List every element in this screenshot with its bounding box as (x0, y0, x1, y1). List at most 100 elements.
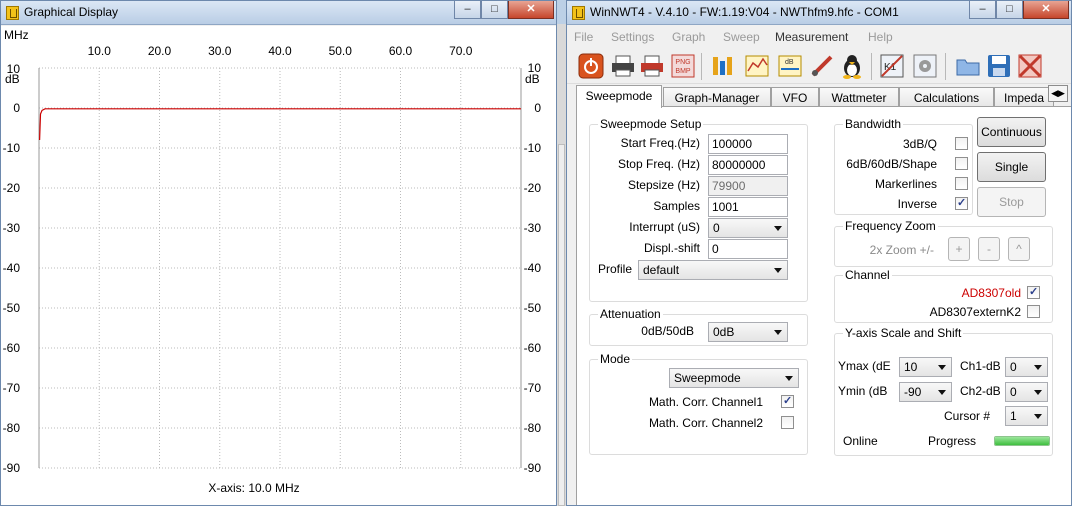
x-tick-label: 10.0 (88, 44, 112, 58)
tab-impedance[interactable]: Impeda (994, 87, 1054, 107)
graph-plot[interactable]: MHzdB dB10.0 20.0 30.0 40.0 50.0 60.0 70.010 100… (1, 26, 556, 506)
calibration-icon[interactable] (709, 53, 735, 79)
open-folder-icon[interactable] (955, 53, 981, 79)
plot-area[interactable]: MHz dB dB 10.0 20.0 30.0 40.0 50.0 60.0 70.0 10 10 0… (1, 26, 556, 506)
menu-settings[interactable]: Settings (611, 30, 654, 44)
bw-60db-label: 6dB/60dB/Shape (846, 157, 937, 171)
menu-bar: File Settings Graph Sweep Measurement He… (567, 26, 1071, 47)
zoom-plus-button[interactable]: + (948, 237, 970, 261)
continuous-button[interactable]: Continuous (977, 117, 1046, 147)
zoom-minus-button[interactable]: - (978, 237, 1000, 261)
single-button[interactable]: Single (977, 152, 1046, 182)
scrollbar-thumb[interactable] (558, 144, 565, 506)
ymin-select[interactable]: -90 (899, 382, 952, 402)
y-tick-label-left: -60 (3, 341, 21, 355)
channel1-label: AD8307old (961, 286, 1021, 300)
y-tick-label-left: 0 (13, 101, 20, 115)
math-corr-ch2-label: Math. Corr. Channel2 (648, 416, 763, 430)
attenuation-label: 0dB/50dB (641, 324, 694, 338)
menu-file[interactable]: File (574, 30, 593, 44)
start-freq-input[interactable]: 100000 (708, 134, 788, 154)
y-tick-label-right: -80 (524, 421, 542, 435)
interrupt-label: Interrupt (uS) (629, 220, 700, 234)
menu-measurement[interactable]: Measurement (775, 30, 848, 44)
displ-shift-input[interactable]: 0 (708, 239, 788, 259)
y-tick-label-right: -30 (524, 221, 542, 235)
zoom-up-button[interactable]: ^ (1008, 237, 1030, 261)
save-icon[interactable] (986, 53, 1012, 79)
tab-wattmeter[interactable]: Wattmeter (819, 87, 899, 107)
bw-3db-checkbox[interactable] (955, 137, 968, 150)
menu-graph[interactable]: Graph (672, 30, 705, 44)
math-corr-ch1-label: Math. Corr. Channel1 (648, 395, 763, 409)
printer-icon[interactable] (610, 53, 636, 79)
menu-help[interactable]: Help (868, 30, 893, 44)
sweepmode-setup-group: Sweepmode Setup Start Freq.(Hz) 100000 S… (589, 117, 808, 302)
y-tick-label-left: -80 (3, 421, 21, 435)
app-icon (6, 6, 19, 20)
bw-60db-checkbox[interactable] (955, 157, 968, 170)
cursor-select[interactable]: 1 (1005, 406, 1048, 426)
chevron-down-icon (774, 268, 782, 273)
settings-icon[interactable] (912, 53, 938, 79)
stop-freq-input[interactable]: 80000000 (708, 155, 788, 175)
math-corr-ch2-checkbox[interactable] (781, 416, 794, 429)
y-tick-label-right: -60 (524, 341, 542, 355)
probe-icon[interactable] (809, 53, 835, 79)
linux-penguin-icon[interactable] (839, 53, 865, 79)
close-button[interactable]: ✕ (1023, 1, 1069, 19)
mode-select[interactable]: Sweepmode (669, 368, 799, 388)
interrupt-select[interactable]: 0 (708, 218, 788, 238)
group-title: Bandwidth (843, 117, 904, 131)
minimize-button[interactable]: – (969, 1, 996, 19)
inverse-checkbox[interactable] (955, 196, 968, 210)
ymax-select[interactable]: 10 (899, 357, 952, 377)
ch1db-select[interactable]: 0 (1005, 357, 1048, 377)
close-grid-icon[interactable] (1017, 53, 1043, 79)
chevron-down-icon (1034, 390, 1042, 395)
progress-label: Progress (928, 434, 977, 448)
minimize-button[interactable]: – (454, 1, 481, 19)
y-tick-label-right: -40 (524, 261, 542, 275)
graph-titlebar[interactable]: Graphical Display – □ ✕ (1, 1, 556, 25)
app-icon (572, 6, 585, 20)
channel-group: Channel AD8307old AD8307externK2 (834, 268, 1053, 323)
profile-select[interactable]: default (638, 260, 788, 280)
tab-scroll-arrows[interactable]: ◀▶ (1048, 85, 1068, 102)
yaxis-scale-group: Y-axis Scale and Shift Ymax (dE 10 Ch1-d… (834, 326, 1053, 456)
y-tick-label-left: -30 (3, 221, 21, 235)
k1-icon[interactable]: K1 (879, 53, 905, 79)
frequency-zoom-group: Frequency Zoom 2x Zoom +/- + - ^ (834, 219, 1053, 267)
power-icon[interactable] (578, 53, 604, 79)
markerlines-checkbox[interactable] (955, 177, 968, 190)
main-titlebar[interactable]: WinNWT4 - V.4.10 - FW:1.19:V04 - NWThfm9… (567, 1, 1071, 25)
tab-calculations[interactable]: Calculations (899, 87, 994, 107)
toolbar-separator (701, 53, 702, 80)
maximize-button[interactable]: □ (481, 1, 508, 19)
channel2-checkbox[interactable] (1027, 305, 1040, 318)
printer-color-icon[interactable] (639, 53, 665, 79)
menu-sweep[interactable]: Sweep (723, 30, 760, 44)
attenuation-select[interactable]: 0dB (708, 322, 788, 342)
close-button[interactable]: ✕ (508, 1, 554, 19)
y-tick-label-left: 10 (7, 62, 21, 76)
tab-vfo[interactable]: VFO (771, 87, 819, 107)
png-bmp-icon[interactable]: PNG BMP (670, 53, 696, 79)
y-tick-label-right: -20 (524, 181, 542, 195)
chart-icon[interactable] (744, 53, 770, 79)
stop-button[interactable]: Stop (977, 187, 1046, 217)
math-corr-ch1-checkbox[interactable] (781, 394, 794, 408)
progress-fill (995, 437, 1049, 445)
window-divider-scrollbar[interactable] (557, 24, 566, 506)
x-tick-label: 70.0 (449, 44, 473, 58)
x-tick-label: 60.0 (389, 44, 413, 58)
ch2db-select[interactable]: 0 (1005, 382, 1048, 402)
tab-graph-manager[interactable]: Graph-Manager (663, 87, 771, 107)
maximize-button[interactable]: □ (996, 1, 1023, 19)
winnwt-main-window: WinNWT4 - V.4.10 - FW:1.19:V04 - NWThfm9… (566, 0, 1072, 506)
ch2db-label: Ch2-dB (960, 384, 1001, 398)
db-icon[interactable]: dB (777, 53, 803, 79)
channel1-checkbox[interactable] (1027, 285, 1040, 299)
samples-input[interactable]: 1001 (708, 197, 788, 217)
tab-sweepmode[interactable]: Sweepmode (576, 85, 662, 108)
